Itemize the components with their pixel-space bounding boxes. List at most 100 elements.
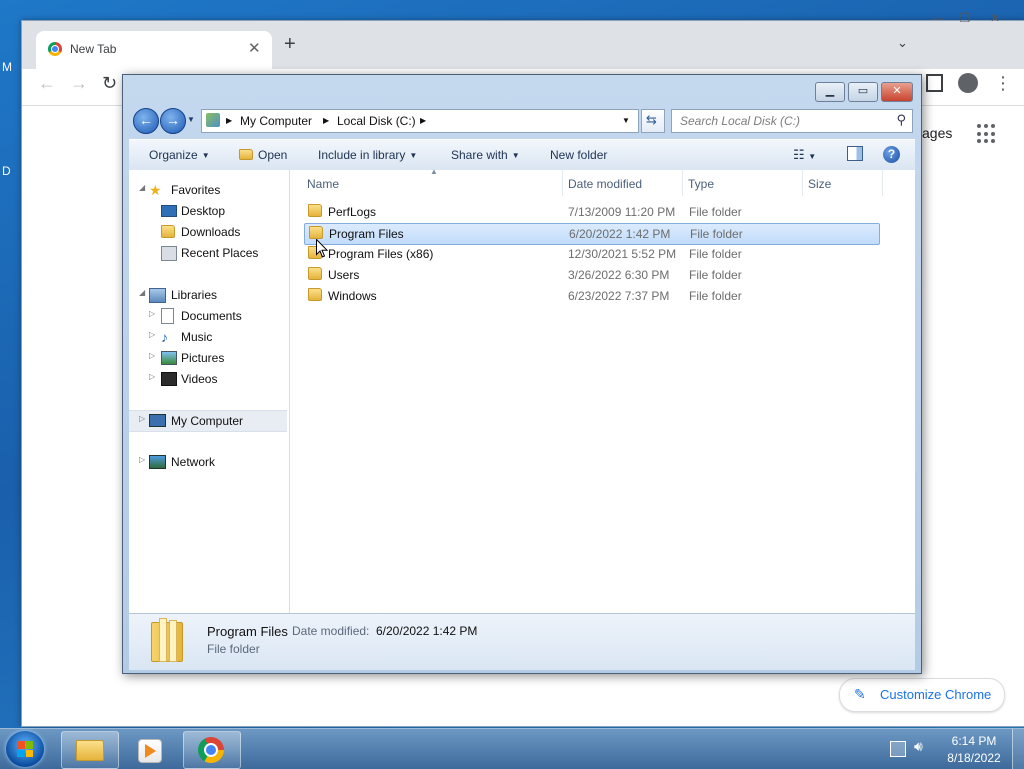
clock-time[interactable]: 6:14 PM	[942, 734, 1006, 748]
breadcrumb-separator-icon[interactable]: ▶	[420, 116, 426, 125]
details-date-value: 6/20/2022 1:42 PM	[376, 624, 478, 638]
address-bar[interactable]: ▶ My Computer ▶ Local Disk (C:) ▶ ▼	[201, 109, 639, 133]
nav-my-computer[interactable]: ▷ My Computer	[129, 410, 287, 432]
file-row[interactable]: Users 3/26/2022 6:30 PM File folder	[304, 265, 878, 285]
folder-icon	[308, 267, 322, 280]
nav-libraries[interactable]: ◢ Libraries	[129, 285, 287, 305]
chrome-minimize-button[interactable]: —	[924, 9, 950, 27]
customize-chrome-button[interactable]: ✎ Customize Chrome	[839, 678, 1005, 712]
address-dropdown-icon[interactable]: ▼	[622, 116, 630, 125]
breadcrumb-my-computer[interactable]: My Computer	[240, 114, 312, 128]
breadcrumb-separator-icon[interactable]: ▶	[226, 116, 232, 125]
tab-title: New Tab	[70, 42, 117, 56]
nav-pictures[interactable]: ▷ Pictures	[129, 348, 287, 368]
tab-search-chevron-icon[interactable]: ⌄	[897, 35, 908, 51]
network-icon	[149, 455, 166, 469]
music-note-icon: ♪	[161, 329, 168, 345]
nav-network[interactable]: ▷ Network	[129, 452, 287, 472]
column-type[interactable]: Type	[688, 177, 714, 191]
file-row[interactable]: PerfLogs 7/13/2009 11:20 PM File folder	[304, 202, 878, 222]
reload-icon[interactable]: ↻	[102, 73, 117, 94]
search-field[interactable]: Search Local Disk (C:) ⚲	[671, 109, 913, 133]
clock-date[interactable]: 8/18/2022	[942, 751, 1006, 765]
refresh-button[interactable]: ⇆	[641, 109, 665, 133]
chrome-logo-icon	[198, 737, 224, 763]
forward-arrow-icon[interactable]: →	[70, 73, 88, 94]
share-with-button[interactable]: Share with ▼	[451, 148, 520, 162]
explorer-back-icon[interactable]: ←	[133, 108, 159, 134]
file-date-modified: 12/30/2021 5:52 PM	[568, 247, 677, 261]
show-desktop-button[interactable]	[1012, 729, 1024, 769]
open-button[interactable]: Open	[239, 148, 287, 162]
file-date-modified: 6/20/2022 1:42 PM	[569, 227, 671, 241]
mouse-cursor-icon	[316, 239, 328, 258]
include-in-library-button[interactable]: Include in library ▼	[318, 148, 417, 162]
nav-recent-places[interactable]: Recent Places	[129, 243, 287, 263]
file-name: Program Files	[329, 227, 404, 241]
profile-avatar-icon[interactable]	[958, 73, 978, 93]
file-date-modified: 6/23/2022 7:37 PM	[568, 289, 670, 303]
help-icon[interactable]: ?	[883, 146, 900, 163]
details-name: Program Files	[207, 624, 288, 639]
recent-pages-chevron-icon[interactable]: ▼	[187, 115, 195, 124]
explorer-close-button[interactable]: ✕	[881, 82, 913, 102]
tab-close-icon[interactable]: ✕	[248, 39, 261, 57]
new-tab-button[interactable]: +	[284, 33, 296, 56]
details-pane: Program Files Date modified: 6/20/2022 1…	[129, 613, 915, 670]
search-placeholder: Search Local Disk (C:)	[680, 114, 801, 128]
column-name[interactable]: Name	[307, 177, 339, 191]
file-date-modified: 7/13/2009 11:20 PM	[568, 205, 676, 219]
taskbar-explorer-button[interactable]	[61, 731, 119, 769]
network-tray-icon[interactable]	[890, 741, 906, 757]
file-row[interactable]: Program Files 6/20/2022 1:42 PM File folde…	[304, 223, 880, 245]
nav-music[interactable]: ▷ ♪ Music	[129, 327, 287, 347]
file-row[interactable]: Windows 6/23/2022 7:37 PM File folder	[304, 286, 878, 306]
chrome-tab-new-tab[interactable]: New Tab ✕	[36, 31, 272, 69]
explorer-caption-buttons: ▁ ▭ ✕	[815, 82, 915, 102]
downloads-folder-icon	[161, 225, 175, 238]
windows-logo-icon	[17, 741, 33, 757]
chrome-restore-button[interactable]: ❐	[952, 9, 978, 27]
desktop-icon-label-partial-2: D	[2, 164, 11, 178]
column-size[interactable]: Size	[808, 177, 831, 191]
organize-button[interactable]: Organize ▼	[149, 148, 210, 162]
view-options-icon[interactable]: ☷ ▼	[793, 147, 816, 163]
file-name: Windows	[328, 289, 377, 303]
taskbar-media-player-button[interactable]	[121, 731, 179, 769]
nav-desktop[interactable]: Desktop	[129, 201, 287, 221]
side-panel-icon[interactable]	[926, 74, 943, 92]
nav-videos[interactable]: ▷ Videos	[129, 369, 287, 389]
star-icon: ★	[149, 182, 162, 198]
back-arrow-icon[interactable]: ←	[38, 73, 56, 94]
google-apps-icon[interactable]	[977, 124, 997, 144]
folder-icon	[309, 226, 323, 239]
explorer-minimize-button[interactable]: ▁	[815, 82, 845, 102]
address-row: ← → ▼ ▶ My Computer ▶ Local Disk (C:) ▶ …	[131, 107, 915, 135]
sort-ascending-icon: ▲	[430, 167, 438, 176]
new-folder-button[interactable]: New folder	[550, 148, 607, 162]
column-date-modified[interactable]: Date modified	[568, 177, 642, 191]
chrome-tab-strip: New Tab ✕ + ⌄ — ❐ ✕	[22, 11, 1024, 69]
file-type: File folder	[689, 268, 742, 282]
desktop-icon-label-partial: M	[2, 60, 12, 74]
breadcrumb-separator-icon[interactable]: ▶	[323, 116, 329, 125]
preview-pane-icon[interactable]	[847, 146, 863, 161]
file-type: File folder	[689, 247, 742, 261]
videos-filmstrip-icon	[161, 372, 177, 386]
taskbar-chrome-button[interactable]	[183, 731, 241, 769]
breadcrumb-local-disk[interactable]: Local Disk (C:)	[337, 114, 416, 128]
chrome-close-button[interactable]: ✕	[982, 9, 1008, 27]
explorer-maximize-button[interactable]: ▭	[848, 82, 878, 102]
start-button[interactable]	[6, 731, 44, 767]
nav-downloads[interactable]: Downloads	[129, 222, 287, 242]
file-type: File folder	[690, 227, 743, 241]
explorer-forward-icon[interactable]: →	[160, 108, 186, 134]
chrome-window-controls: — ❐ ✕	[924, 9, 1024, 49]
volume-icon[interactable]: 🔊︎	[914, 738, 923, 755]
file-row[interactable]: Program Files (x86) 12/30/2021 5:52 PM Fil…	[304, 244, 878, 264]
images-link[interactable]: ages	[922, 125, 952, 141]
chrome-menu-icon[interactable]: ⋮	[994, 73, 1012, 94]
nav-documents[interactable]: ▷ Documents	[129, 306, 287, 326]
nav-favorites[interactable]: ◢ ★ Favorites	[129, 180, 287, 200]
taskbar: 🔊︎ 6:14 PM 8/18/2022	[0, 728, 1024, 769]
